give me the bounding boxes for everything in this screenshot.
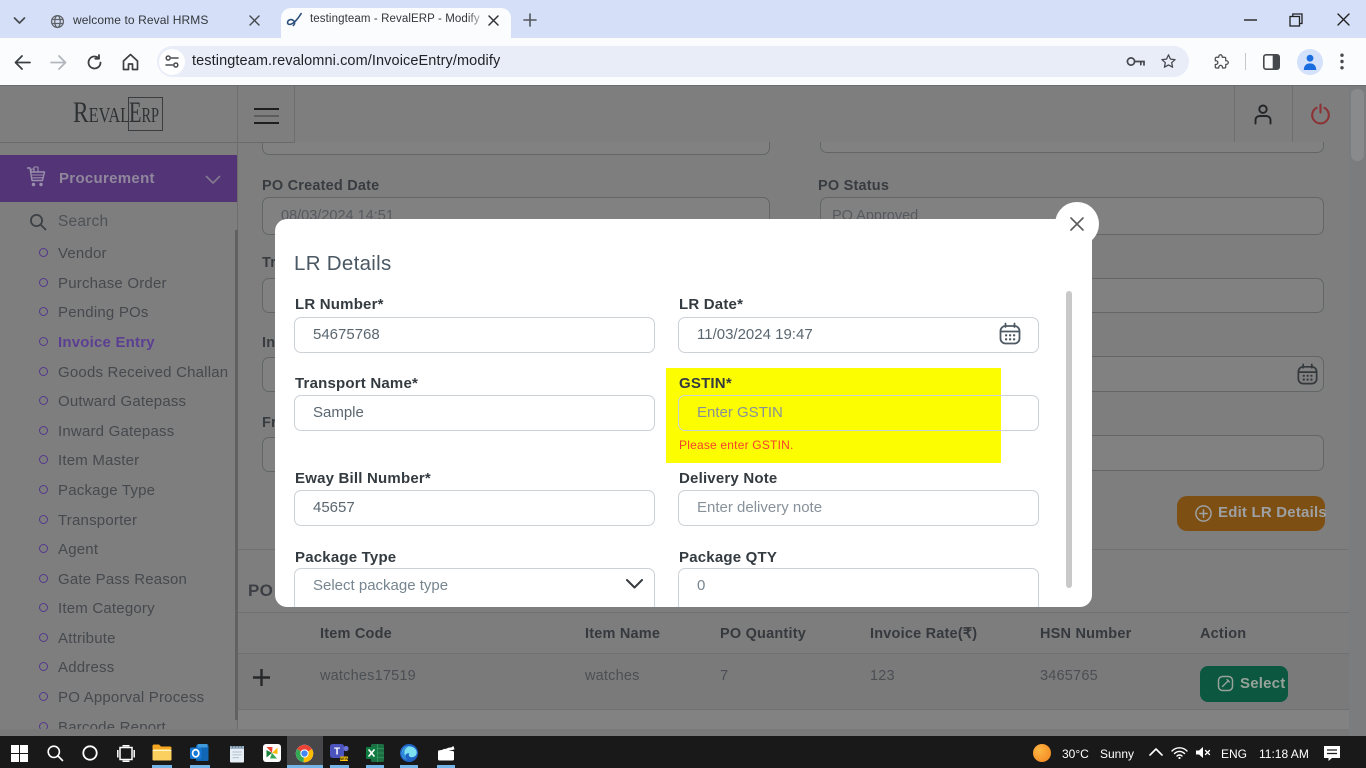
svg-text:NEW: NEW: [340, 757, 349, 761]
svg-text:T: T: [334, 747, 340, 758]
